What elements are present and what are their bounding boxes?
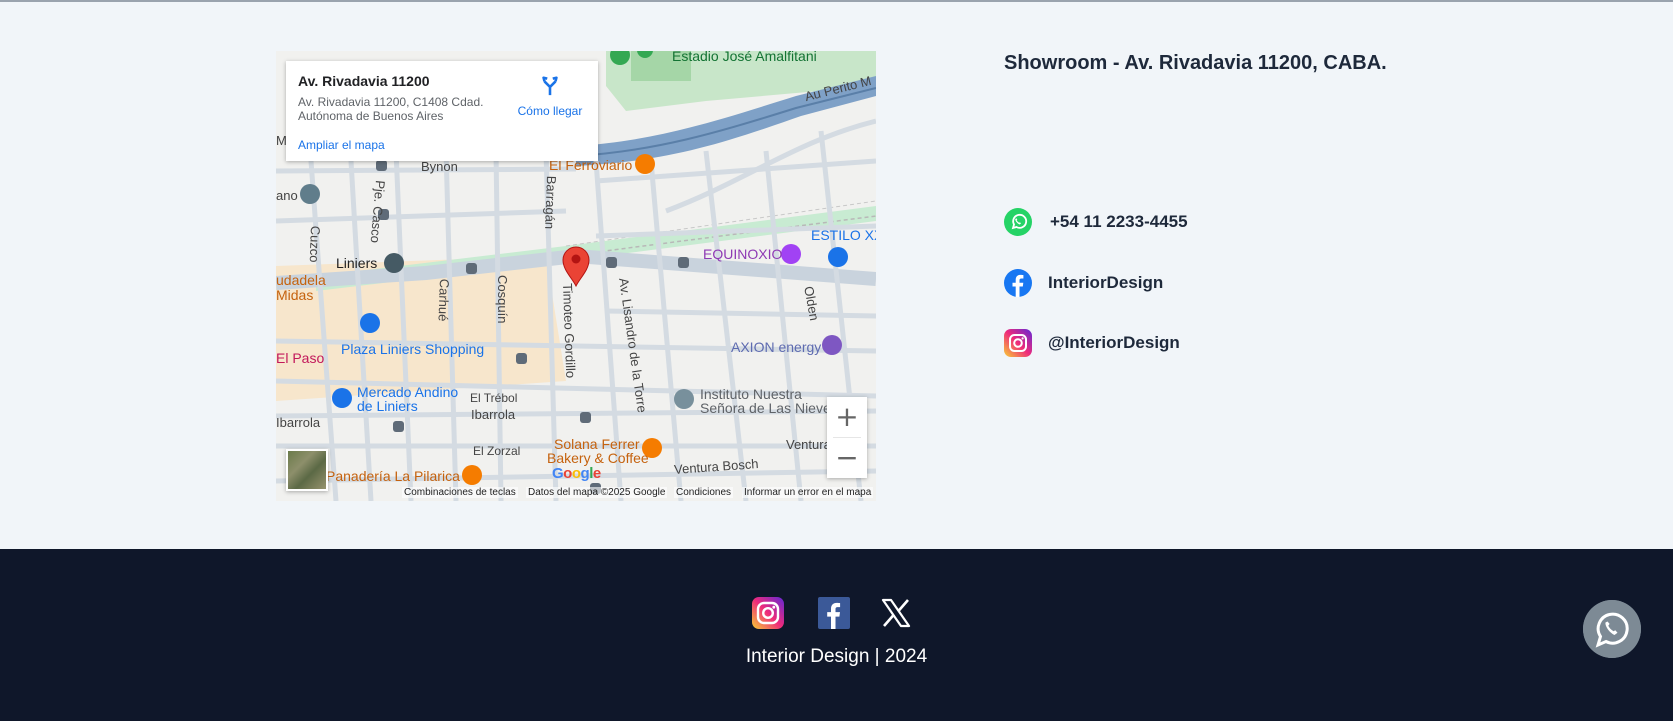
map-label-panaderia: Panadería La Pilarica [326,468,460,484]
map-label-bynon: Bynon [421,159,458,174]
map-info-title: Av. Rivadavia 11200 [298,73,430,89]
map-attribution-bar: Combinaciones de teclas Datos del mapa ©… [276,487,876,501]
keyboard-shortcuts-link[interactable]: Combinaciones de teclas [402,487,518,498]
report-error-link[interactable]: Informar un error en el mapa [742,487,874,498]
map-label-ventura: Ventura [786,437,831,452]
map-label-barragan: Barragán [542,175,559,230]
map-embed[interactable]: Estadio José Amalfitani Au Perito M M By… [276,51,876,501]
directions-label: Cómo llegar [517,104,583,118]
footer-social-links [752,597,922,629]
enlarge-map-link[interactable]: Ampliar el mapa [298,138,385,152]
map-label-plaza: Plaza Liniers Shopping [341,341,485,357]
map-label-cosquin: Cosquín [495,275,510,324]
facebook-icon [1004,269,1032,297]
map-zoom-controls: + − [827,397,867,478]
directions-button[interactable]: Cómo llegar [510,75,590,118]
map-label-ciudadela: udadela [276,272,326,288]
phone-row[interactable]: +54 11 2233-4455 [1004,208,1188,236]
map-label-solana-2: Bakery & Coffee [547,450,649,466]
map-label-stadium: Estadio José Amalfitani [672,51,817,64]
whatsapp-float-button[interactable] [1583,600,1641,658]
directions-icon [542,76,558,96]
whatsapp-icon [1004,208,1032,236]
instagram-handle: @InteriorDesign [1048,333,1180,352]
facebook-row[interactable]: InteriorDesign [1004,269,1163,297]
map-label-estilo: ESTILO XX [811,227,876,243]
map-info-address: Av. Rivadavia 11200, C1408 Cdad. Autónom… [298,95,484,123]
map-label-carhue: Carhué [435,278,452,322]
map-label-equinoxio: EQUINOXIO [703,246,783,262]
satellite-view-toggle[interactable] [286,449,328,491]
map-label-cuzco: Cuzco [306,225,323,263]
map-info-card: Av. Rivadavia 11200 Av. Rivadavia 11200,… [286,61,598,161]
map-label-ibarrola-2: Ibarrola [276,415,321,430]
map-label-instituto-2: Señora de Las Nieve [700,400,831,416]
map-label-mercado-2: de Liniers [357,398,418,414]
zoom-out-button[interactable]: − [827,438,867,478]
showroom-address: Showroom - Av. Rivadavia 11200, CABA. [1004,52,1387,74]
map-label-ano: ano [276,188,298,203]
map-data-text: Datos del mapa ©2025 Google [526,487,668,498]
map-label-midas: Midas [276,287,314,303]
map-label-elpaso: El Paso [276,350,325,366]
whatsapp-float-icon [1583,600,1641,658]
map-label-liniers: Liniers [336,255,378,271]
terms-link[interactable]: Condiciones [674,487,734,498]
map-label-trebol: El Trébol [470,391,518,405]
footer-x-icon[interactable] [880,597,912,629]
footer-copyright: Interior Design | 2024 [745,646,928,667]
phone-number: +54 11 2233-4455 [1050,212,1188,231]
footer-facebook-icon[interactable] [818,597,850,629]
zoom-in-button[interactable]: + [827,397,867,437]
footer-instagram-icon[interactable] [752,597,784,629]
map-label-ibarrola-1: Ibarrola [471,407,516,422]
google-logo: Google [552,465,601,482]
map-label-axion: AXION energy [731,339,822,355]
facebook-handle: InteriorDesign [1048,273,1164,292]
contact-section: Showroom - Av. Rivadavia 11200, CABA. +5… [1004,0,1604,540]
map-label-zorzal: El Zorzal [473,444,521,458]
instagram-row[interactable]: @InteriorDesign [1004,329,1180,357]
site-footer: Interior Design | 2024 [0,549,1673,721]
instagram-icon [1004,329,1032,357]
